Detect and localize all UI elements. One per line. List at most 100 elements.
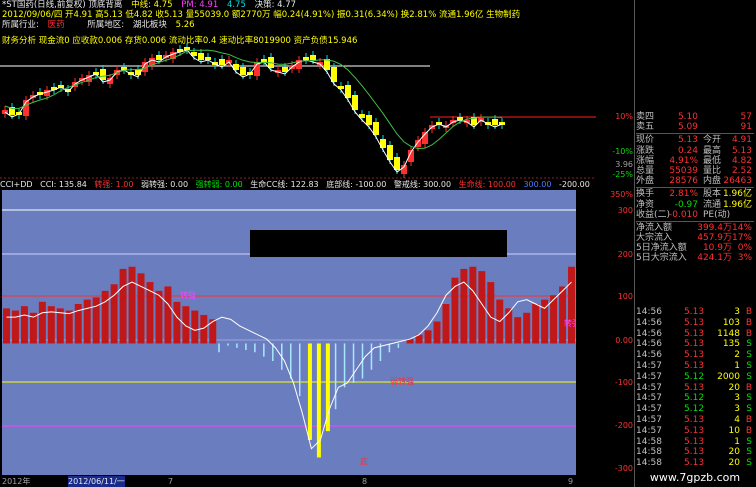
quote-key2: 今开 (703, 135, 722, 146)
trade-side: S (746, 436, 752, 447)
ind-vm200: -200.00 (558, 180, 590, 189)
trade-side: S (746, 360, 752, 371)
trade-volume: 135 (722, 339, 740, 350)
trade-volume: 20 (728, 447, 740, 458)
cci-bar (523, 312, 531, 344)
ind-axis-0: 350% (610, 190, 633, 199)
flow-key: 净流入额 (636, 222, 673, 233)
ind-life2: 生命线: 100.00 (458, 180, 516, 189)
candles-group (2, 43, 505, 178)
quote-key2: 量比 (703, 165, 722, 176)
quote-key2: 流通 (703, 199, 722, 210)
cci-bar (433, 321, 441, 344)
pct-top-label: 10% (615, 112, 633, 121)
cci-bar (397, 343, 400, 348)
quote-key: 卖五 (636, 122, 655, 133)
flow-row: 净流入额 399.4万 14% (636, 223, 754, 233)
pct-bottom-label: -10% (612, 147, 633, 156)
candle-body (373, 122, 379, 135)
quote-row: 净资 -0.97 流通 1.96亿 (636, 200, 754, 210)
ind-name[interactable]: CCI+DD (0, 180, 33, 189)
time-label-2: 7 (168, 477, 174, 486)
dz-label: 底 (360, 456, 368, 466)
cci-bar (191, 310, 199, 344)
quote-key2: 内盘 (703, 176, 722, 187)
trade-row: 14:57 5.12 3 S (636, 404, 754, 415)
flow-pct: 3% (737, 253, 752, 264)
trade-volume: 20 (728, 382, 740, 393)
trade-price: 5.13 (684, 360, 705, 371)
trade-row: 14:58 5.13 1 S (636, 437, 754, 448)
trade-time: 14:57 (636, 382, 662, 393)
trade-time: 14:56 (636, 350, 662, 361)
trade-price: 5.13 (684, 382, 705, 393)
quote-key: 涨幅 (636, 155, 655, 166)
cci-bar (568, 266, 575, 344)
quote-value2: 1.96亿 (722, 189, 752, 200)
quote-panel: 卖四 5.10 57 卖五 5.09 91 现价 5.13 今开 4.91 涨跌 0.24 最高 5.13… (636, 112, 754, 264)
ind-axis-6: -200 (614, 421, 633, 430)
cci-bar (92, 297, 100, 344)
flow-value: 424.1万 (697, 253, 732, 264)
trade-volume: 2 (734, 350, 740, 361)
candle-body (240, 67, 246, 75)
trade-row: 14:57 5.13 20 B (636, 383, 754, 394)
time-label-1[interactable]: 2012/06/11/一 (68, 476, 125, 487)
candle-body (198, 53, 204, 60)
quote-value: 4.91% (669, 155, 698, 166)
cci-bar (424, 330, 432, 344)
trade-row: 14:58 5.13 20 S (636, 447, 754, 458)
trade-row: 14:57 5.13 4 B (636, 415, 754, 426)
quote-value2: 26463 (723, 176, 752, 187)
cci-bar (218, 343, 220, 353)
trade-time: 14:57 (636, 425, 662, 436)
trade-volume: 3 (734, 404, 740, 415)
trade-volume: 103 (722, 317, 740, 328)
trade-side: S (746, 393, 752, 404)
panel-divider (634, 0, 635, 487)
cci-bar (451, 277, 459, 344)
quote-row: 卖五 5.09 91 (636, 122, 754, 132)
cci-bar (370, 343, 373, 370)
cci-bar (263, 343, 265, 357)
trade-side: S (746, 371, 752, 382)
ind-axis-7: -300 (614, 464, 633, 473)
trade-side: S (746, 458, 752, 469)
quote-value2: 91 (740, 122, 752, 133)
flow-key: 5日大宗流入 (636, 253, 687, 264)
trade-side: S (746, 339, 752, 350)
trade-time: 14:56 (636, 339, 662, 350)
price-axis-p2: -25% (612, 170, 633, 179)
trade-volume: 4 (734, 414, 740, 425)
candle-body (394, 157, 400, 170)
quote-value2: 4.91 (731, 135, 752, 146)
trade-price: 5.13 (684, 350, 705, 361)
trade-volume: 3 (734, 393, 740, 404)
cci-bar (83, 299, 91, 344)
trade-row: 14:57 5.13 10 B (636, 426, 754, 437)
quote-key2: 最低 (703, 155, 722, 166)
trade-row: 14:56 5.13 1148 B (636, 329, 754, 340)
cci-bar (514, 317, 522, 344)
cci-bar (343, 343, 346, 388)
trade-row: 14:56 5.13 3 B (636, 307, 754, 318)
quote-key: 外盘 (636, 176, 655, 187)
cci-bar (56, 308, 64, 344)
trade-price: 5.12 (684, 404, 705, 415)
quote-row: 涨幅 4.91% 最低 4.82 (636, 156, 754, 166)
flow-row: 5日大宗流入 424.1万 3% (636, 253, 754, 263)
cci-life-line (6, 281, 572, 450)
trade-side: S (746, 404, 752, 415)
ind-life: 生命CC线: 122.83 (250, 180, 319, 189)
time-axis: 2012年 2012/06/11/一 7 8 9 (0, 476, 634, 487)
ind-v300: 300.00 (523, 180, 552, 189)
cci-bar (352, 343, 355, 383)
kline-panel[interactable]: *ST国药(日线,前复权) 顶底背离 中线: 4.75 PM: 4.91 4.7… (0, 0, 634, 183)
cci-bar (65, 310, 73, 344)
zq-label-1: 转强 (180, 290, 196, 300)
trade-side: S (746, 350, 752, 361)
quote-key2: PE(动) (703, 209, 731, 220)
trade-side: B (745, 317, 752, 328)
ind-bottom: 底部线: -100.00 (326, 180, 387, 189)
quote-key: 卖四 (636, 112, 655, 122)
